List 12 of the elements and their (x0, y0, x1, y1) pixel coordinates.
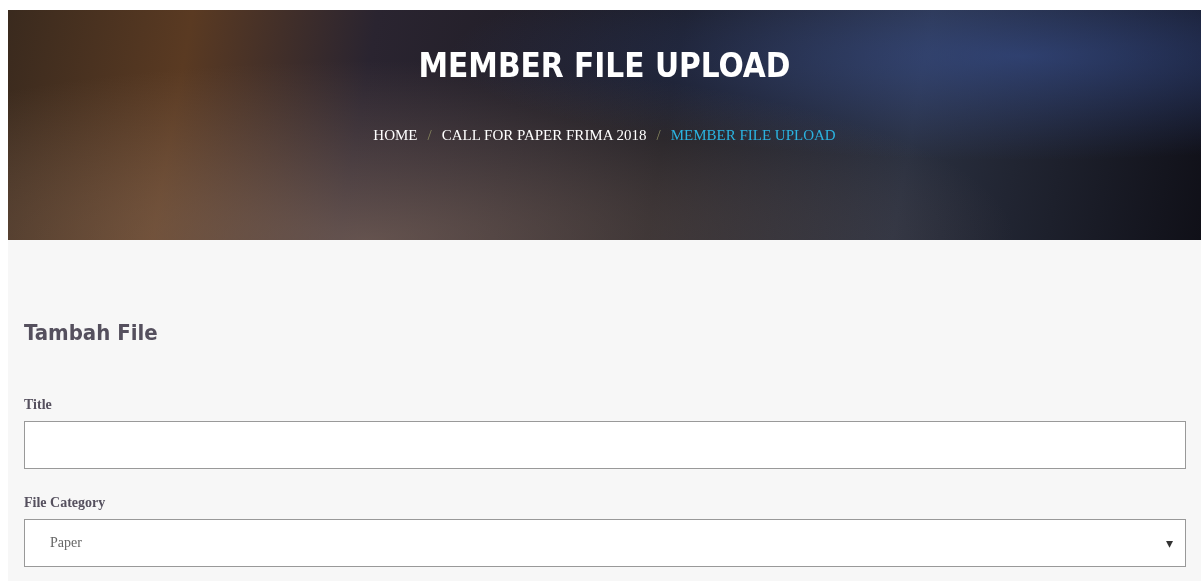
category-select[interactable]: Paper ▾ (24, 519, 1186, 567)
breadcrumb-separator: / (427, 127, 432, 144)
page-title: MEMBER FILE UPLOAD (418, 46, 791, 85)
form-heading: Tambah File (24, 320, 159, 345)
breadcrumb-link[interactable]: CALL FOR PAPER FRIMA 2018 (441, 127, 647, 144)
field-label: File Category (24, 495, 107, 511)
breadcrumb-separator: / (656, 127, 661, 144)
field-label: Title (24, 397, 53, 413)
breadcrumb-link[interactable]: HOME (373, 127, 418, 144)
input-field[interactable] (24, 421, 1186, 469)
caret-icon: ▾ (1166, 534, 1173, 552)
breadcrumb-link[interactable]: MEMBER FILE UPLOAD (670, 127, 836, 144)
